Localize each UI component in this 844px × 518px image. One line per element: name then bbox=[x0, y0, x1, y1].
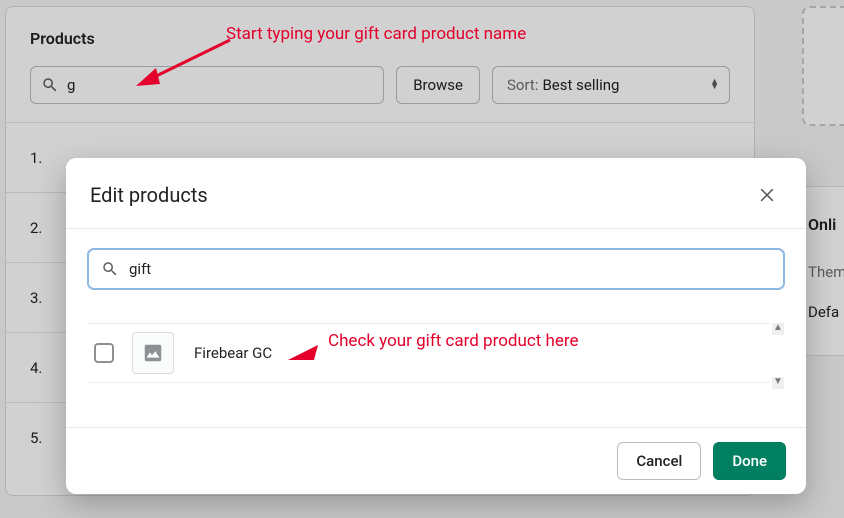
annotation-arrow-icon bbox=[134, 38, 234, 88]
search-icon bbox=[41, 76, 59, 94]
search-icon bbox=[101, 260, 119, 278]
modal-header: Edit products bbox=[66, 158, 806, 229]
annotation-triangle-icon bbox=[288, 342, 318, 360]
done-button[interactable]: Done bbox=[713, 442, 786, 480]
modal-footer: Cancel Done bbox=[66, 427, 806, 494]
modal-search-wrap bbox=[88, 249, 784, 289]
products-toolbar: g Browse Sort: Best selling ▲▼ bbox=[6, 48, 754, 122]
product-checkbox[interactable] bbox=[94, 343, 114, 363]
close-button[interactable] bbox=[750, 178, 784, 212]
modal-body: Firebear GC ▲ ▼ bbox=[66, 229, 806, 427]
scroll-up-icon[interactable]: ▲ bbox=[772, 323, 784, 335]
products-search-value: g bbox=[67, 76, 75, 94]
product-thumbnail bbox=[132, 332, 174, 374]
side-dashed-panel bbox=[802, 6, 844, 126]
side-heading: Onli bbox=[808, 215, 836, 234]
browse-button[interactable]: Browse bbox=[396, 66, 480, 104]
image-placeholder-icon bbox=[142, 342, 164, 364]
modal-title: Edit products bbox=[90, 183, 208, 207]
modal-scrollbar[interactable]: ▲ ▼ bbox=[772, 323, 784, 389]
side-subhead: Theme bbox=[808, 263, 844, 281]
cancel-button[interactable]: Cancel bbox=[617, 442, 701, 480]
product-name: Firebear GC bbox=[194, 344, 272, 362]
modal-search-input[interactable] bbox=[129, 260, 771, 278]
sort-caret-icon: ▲▼ bbox=[710, 80, 719, 90]
side-row: Defa bbox=[808, 303, 839, 321]
annotation-top: Start typing your gift card product name bbox=[226, 24, 526, 44]
scroll-down-icon[interactable]: ▼ bbox=[772, 377, 784, 389]
sort-value: Best selling bbox=[542, 76, 619, 94]
annotation-mid: Check your gift card product here bbox=[328, 331, 579, 351]
edit-products-modal: Edit products Firebear GC ▲ ▼ Cancel Do bbox=[66, 158, 806, 494]
sort-select[interactable]: Sort: Best selling ▲▼ bbox=[492, 66, 730, 104]
close-icon bbox=[757, 185, 777, 205]
sort-prefix: Sort: bbox=[507, 76, 538, 94]
